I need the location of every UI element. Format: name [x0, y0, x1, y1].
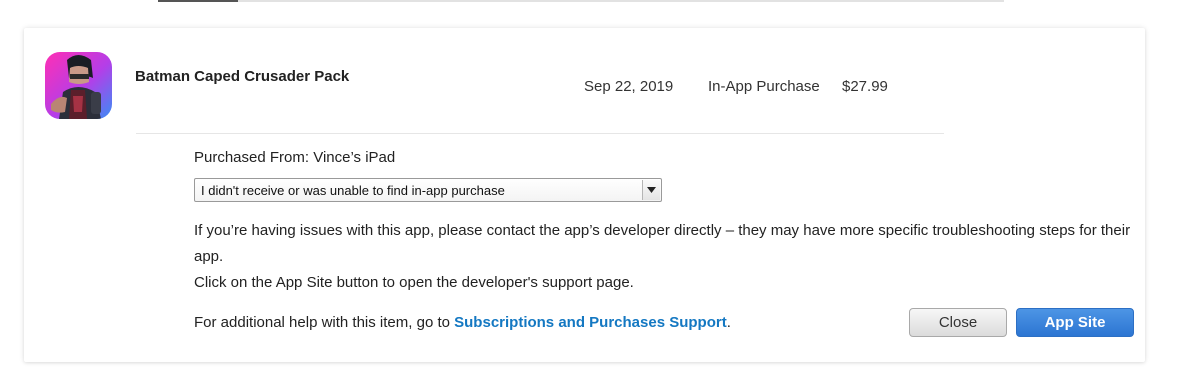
dropdown-arrow-icon[interactable] [642, 180, 660, 200]
additional-help-prefix: For additional help with this item, go t… [194, 314, 455, 331]
app-site-button[interactable]: App Site [1016, 308, 1134, 337]
help-text: If you’re having issues with this app, p… [194, 218, 1134, 296]
additional-help-suffix: . [726, 314, 731, 331]
page: Batman Caped Crusader Pack Sep 22, 2019 … [0, 0, 1200, 371]
problem-select[interactable]: I didn't receive or was unable to find i… [194, 178, 662, 202]
help-text-line-2: Click on the App Site button to open the… [194, 274, 634, 291]
top-tab-bar-divider [158, 0, 1004, 2]
problem-select-value: I didn't receive or was unable to find i… [201, 183, 505, 198]
purchased-from-label: Purchased From: Vince’s iPad [194, 149, 396, 166]
item-name: Batman Caped Crusader Pack [135, 68, 350, 85]
row-separator [136, 133, 944, 134]
game-character-icon [45, 52, 112, 119]
purchase-type: In-App Purchase [708, 78, 820, 95]
purchase-card: Batman Caped Crusader Pack Sep 22, 2019 … [24, 28, 1145, 362]
purchase-date: Sep 22, 2019 [584, 78, 674, 95]
help-text-line-1: If you’re having issues with this app, p… [194, 222, 1131, 265]
purchase-price: $27.99 [842, 78, 888, 95]
active-tab-indicator[interactable] [158, 0, 238, 2]
close-button[interactable]: Close [909, 308, 1007, 337]
additional-help-text: For additional help with this item, go t… [194, 314, 731, 331]
subscriptions-support-link[interactable]: Subscriptions and Purchases Support [454, 314, 727, 331]
